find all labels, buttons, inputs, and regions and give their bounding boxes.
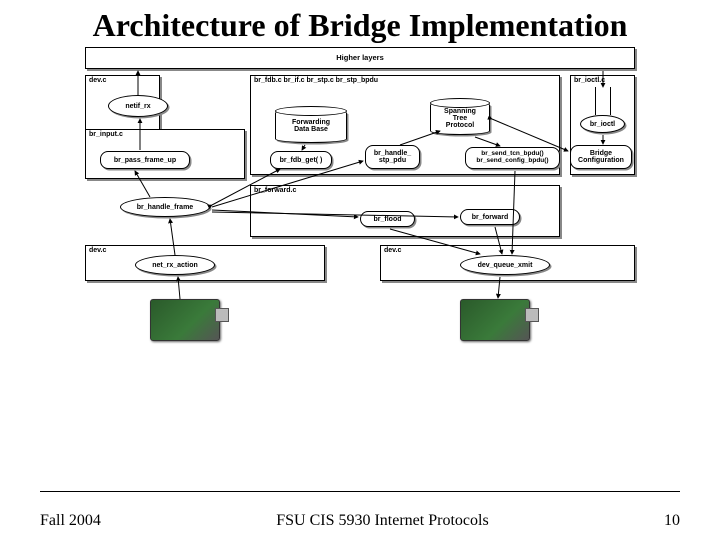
footer-left: Fall 2004 xyxy=(40,512,101,530)
slide-title: Architecture of Bridge Implementation xyxy=(0,8,720,43)
devc-br-label: dev.c xyxy=(384,247,401,254)
nic-right-icon xyxy=(460,299,530,341)
footer-center: FSU CIS 5930 Internet Protocols xyxy=(276,512,488,530)
footer-rule xyxy=(40,491,680,492)
input-file-label: br_input.c xyxy=(89,131,123,138)
devc-bl-label: dev.c xyxy=(89,247,106,254)
stp-cylinder: Spanning Tree Protocol xyxy=(430,101,490,135)
fdb-cylinder: Forwarding Data Base xyxy=(275,109,347,143)
ioctl-file-label: br_ioctl.c xyxy=(574,77,605,84)
flood-node: br_flood xyxy=(360,211,415,227)
nic-left-icon xyxy=(150,299,220,341)
br-forward-node: br_forward xyxy=(460,209,520,225)
pass-frame-up-node: br_pass_frame_up xyxy=(100,151,190,169)
handle-frame-node: br_handle_frame xyxy=(120,197,210,217)
footer-right: 10 xyxy=(664,512,680,530)
mid-files-label: br_fdb.c br_if.c br_stp.c br_stp_bpdu xyxy=(254,77,378,84)
handle-stp-node: br_handle_ stp_pdu xyxy=(365,145,420,169)
send-bpdu-node: br_send_tcn_bpdu() br_send_config_bpdu() xyxy=(465,147,560,169)
forward-file-label: br_forward.c xyxy=(254,187,296,194)
architecture-diagram: Higher layers dev.c netif_rx br_fdb.c br… xyxy=(80,47,640,387)
devc-top-label: dev.c xyxy=(89,77,106,84)
bridge-config-node: Bridge Configuration xyxy=(570,145,632,169)
higher-layers-label: Higher layers xyxy=(86,48,634,62)
fdb-get-node: br_fdb_get( ) xyxy=(270,151,332,169)
